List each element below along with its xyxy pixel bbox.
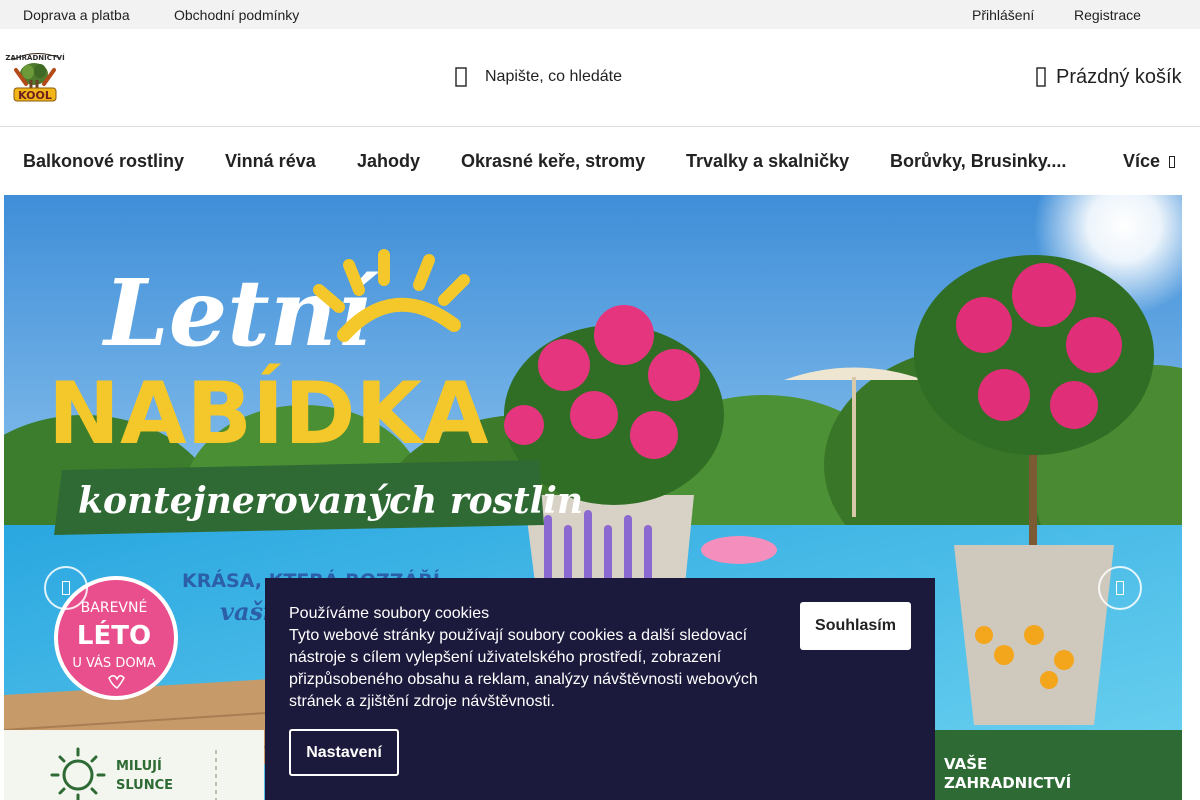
cookie-settings-button[interactable]: Nastavení <box>289 729 399 776</box>
main-navigation: Balkonové rostliny Vinná réva Jahody Okr… <box>0 127 1200 195</box>
chevron-right-icon <box>1116 581 1124 595</box>
nav-item-grapevine[interactable]: Vinná réva <box>225 151 316 172</box>
logo-text-bottom: KOOL <box>18 89 52 102</box>
feature-1-line1: MILUJÍ <box>116 758 162 774</box>
feature-2-line2: ZAHRADNICTVÍ <box>944 773 1072 792</box>
hero-title-line1: Letní <box>101 259 380 367</box>
cart-label: Prázdný košík <box>1056 65 1182 88</box>
logo-graphic: ZAHRADNICTVÍ KOOL <box>5 53 65 102</box>
feature-1-line2: SLUNCE <box>116 778 173 793</box>
feature-2-line1: VAŠE <box>944 754 987 773</box>
register-link[interactable]: Registrace <box>1074 7 1141 23</box>
logo[interactable]: ZAHRADNICTVÍ KOOL <box>4 44 66 104</box>
link-shipping-payment[interactable]: Doprava a platba <box>23 7 130 23</box>
nav-item-more[interactable]: Více <box>1123 151 1176 172</box>
cookie-consent-panel: Používáme soubory cookies Tyto webové st… <box>265 578 935 800</box>
login-link[interactable]: Přihlášení <box>972 7 1034 23</box>
cookie-title: Používáme soubory cookies <box>289 605 490 622</box>
search-box[interactable]: Napište, co hledáte <box>455 65 622 89</box>
hero-subtitle: kontejnerovaných rostlin <box>78 480 583 522</box>
nav-item-balcony-plants[interactable]: Balkonové rostliny <box>23 151 184 172</box>
link-terms[interactable]: Obchodní podmínky <box>174 7 299 23</box>
badge-line1: BAREVNÉ <box>81 599 148 616</box>
nav-more-label: Více <box>1123 151 1161 171</box>
site-header: ZAHRADNICTVÍ KOOL Napište, co hledáte Pr… <box>0 29 1200 127</box>
chevron-down-icon <box>1169 156 1176 168</box>
carousel-next-button[interactable] <box>1098 566 1142 610</box>
nav-item-perennials[interactable]: Trvalky a skalničky <box>686 151 849 172</box>
badge-line3: U VÁS DOMA <box>72 655 155 671</box>
carousel-prev-button[interactable] <box>44 566 88 610</box>
hero-title-line2: NABÍDKA <box>48 363 489 464</box>
cookie-description: Tyto webové stránky používají soubory co… <box>289 627 758 710</box>
chevron-left-icon <box>62 581 70 595</box>
nav-item-shrubs-trees[interactable]: Okrasné keře, stromy <box>461 151 645 172</box>
cookie-agree-button[interactable]: Souhlasím <box>800 602 911 650</box>
cart-icon <box>1036 67 1046 87</box>
logo-text-top: ZAHRADNICTVÍ <box>5 53 65 62</box>
badge-line2: LÉTO <box>77 619 151 651</box>
cart-button[interactable]: Prázdný košík <box>1036 63 1182 91</box>
nav-item-blueberries[interactable]: Borůvky, Brusinky.... <box>890 151 1066 172</box>
top-bar: Doprava a platba Obchodní podmínky Přihl… <box>0 0 1200 29</box>
search-icon <box>455 67 467 87</box>
search-placeholder[interactable]: Napište, co hledáte <box>485 68 622 86</box>
nav-item-strawberries[interactable]: Jahody <box>357 151 420 172</box>
